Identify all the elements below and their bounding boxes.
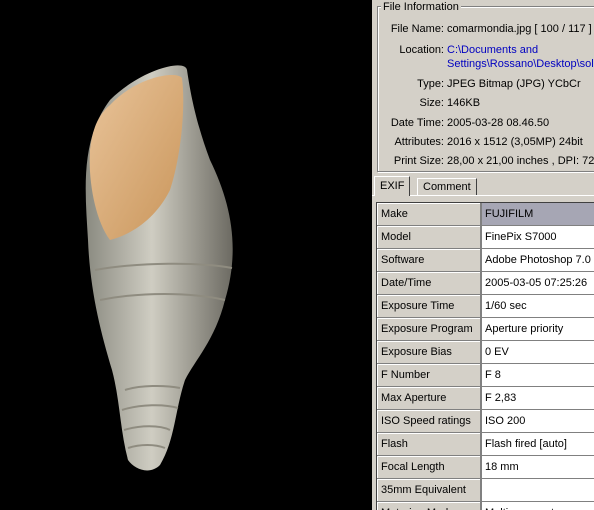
- print-size-row: Print Size: 28,00 x 21,00 inches , DPI: …: [378, 153, 594, 169]
- exif-value: FinePix S7000: [482, 226, 594, 248]
- table-row[interactable]: ISO Speed ratings ISO 200: [377, 410, 594, 432]
- exif-key: 35mm Equivalent: [377, 479, 481, 501]
- location-row-2: Settings\Rossano\Desktop\solo: [378, 56, 594, 72]
- exif-key: Max Aperture: [377, 387, 481, 409]
- table-row[interactable]: Software Adobe Photoshop 7.0: [377, 249, 594, 271]
- attributes-value: 2016 x 1512 (3,05MP) 24bit: [447, 136, 583, 148]
- print-size-label: Print Size:: [393, 155, 444, 167]
- table-row[interactable]: Model FinePix S7000: [377, 226, 594, 248]
- file-info-group: File Information File Name: comarmondia.…: [377, 1, 594, 172]
- table-row[interactable]: Exposure Program Aperture priority: [377, 318, 594, 340]
- exif-key: Date/Time: [377, 272, 481, 294]
- exif-value: FUJIFILM: [482, 203, 594, 225]
- exif-key: Software: [377, 249, 481, 271]
- table-row[interactable]: Make FUJIFILM: [377, 203, 594, 225]
- size-label: Size:: [419, 97, 444, 109]
- type-row: Type: JPEG Bitmap (JPG) YCbCr: [378, 76, 594, 92]
- exif-tab-body: Make FUJIFILM Model FinePix S7000 Software…: [372, 195, 594, 510]
- exif-key: F Number: [377, 364, 481, 386]
- table-row[interactable]: Flash Flash fired [auto]: [377, 433, 594, 455]
- size-row: Size: 146KB: [378, 95, 594, 111]
- table-row[interactable]: Focal Length 18 mm: [377, 456, 594, 478]
- info-panel: File Information File Name: comarmondia.…: [372, 0, 594, 510]
- exif-grid[interactable]: Make FUJIFILM Model FinePix S7000 Software…: [376, 202, 594, 510]
- exif-value: [482, 479, 594, 501]
- tab-strip: EXIF Comment: [372, 176, 594, 196]
- exif-key: Exposure Program: [377, 318, 481, 340]
- exif-key: Focal Length: [377, 456, 481, 478]
- tab-comment[interactable]: Comment: [417, 178, 477, 195]
- table-row[interactable]: Date/Time 2005-03-05 07:25:26: [377, 272, 594, 294]
- exif-key: Model: [377, 226, 481, 248]
- exif-value: ISO 200: [482, 410, 594, 432]
- exif-key: Metering Mode: [377, 502, 481, 510]
- exif-value: 1/60 sec: [482, 295, 594, 317]
- exif-value: 2005-03-05 07:25:26: [482, 272, 594, 294]
- table-row[interactable]: Exposure Bias 0 EV: [377, 341, 594, 363]
- attributes-label: Attributes:: [394, 136, 444, 148]
- file-name-label: File Name:: [390, 23, 444, 35]
- datetime-label: Date Time:: [390, 117, 444, 129]
- table-row[interactable]: 35mm Equivalent: [377, 479, 594, 501]
- exif-key: Flash: [377, 433, 481, 455]
- attributes-row: Attributes: 2016 x 1512 (3,05MP) 24bit: [378, 134, 594, 150]
- image-viewer[interactable]: [0, 0, 372, 510]
- file-name-row: File Name: comarmondia.jpg [ 100 / 117 ]: [378, 21, 594, 37]
- table-row[interactable]: Metering ModeMulti-segment: [377, 502, 594, 510]
- exif-key: ISO Speed ratings: [377, 410, 481, 432]
- table-row[interactable]: F Number F 8: [377, 364, 594, 386]
- exif-value: F 2,83: [482, 387, 594, 409]
- exif-key: Exposure Bias: [377, 341, 481, 363]
- file-info-title: File Information: [381, 1, 461, 13]
- exif-value: Aperture priority: [482, 318, 594, 340]
- file-name-value: comarmondia.jpg [ 100 / 117 ]: [447, 23, 592, 35]
- print-size-value: 28,00 x 21,00 inches , DPI: 72: [447, 155, 594, 167]
- type-label: Type:: [417, 78, 444, 90]
- shell-photo: [85, 65, 233, 471]
- exif-value: Flash fired [auto]: [482, 433, 594, 455]
- exif-value: 0 EV: [482, 341, 594, 363]
- location-link-2[interactable]: Settings\Rossano\Desktop\solo: [447, 56, 594, 72]
- datetime-row: Date Time: 2005-03-28 08.46.50: [378, 115, 594, 131]
- exif-value: 18 mm: [482, 456, 594, 478]
- size-value: 146KB: [447, 97, 481, 109]
- exif-value: Adobe Photoshop 7.0: [482, 249, 594, 271]
- tab-exif[interactable]: EXIF: [374, 176, 411, 196]
- exif-value: F 8: [482, 364, 594, 386]
- type-value: JPEG Bitmap (JPG) YCbCr: [447, 78, 581, 90]
- datetime-value: 2005-03-28 08.46.50: [447, 117, 550, 129]
- exif-key: Exposure Time: [377, 295, 481, 317]
- exif-value: Multi-segment: [482, 502, 594, 510]
- table-row[interactable]: Exposure Time 1/60 sec: [377, 295, 594, 317]
- table-row[interactable]: Max Aperture F 2,83: [377, 387, 594, 409]
- exif-key: Make: [377, 203, 481, 225]
